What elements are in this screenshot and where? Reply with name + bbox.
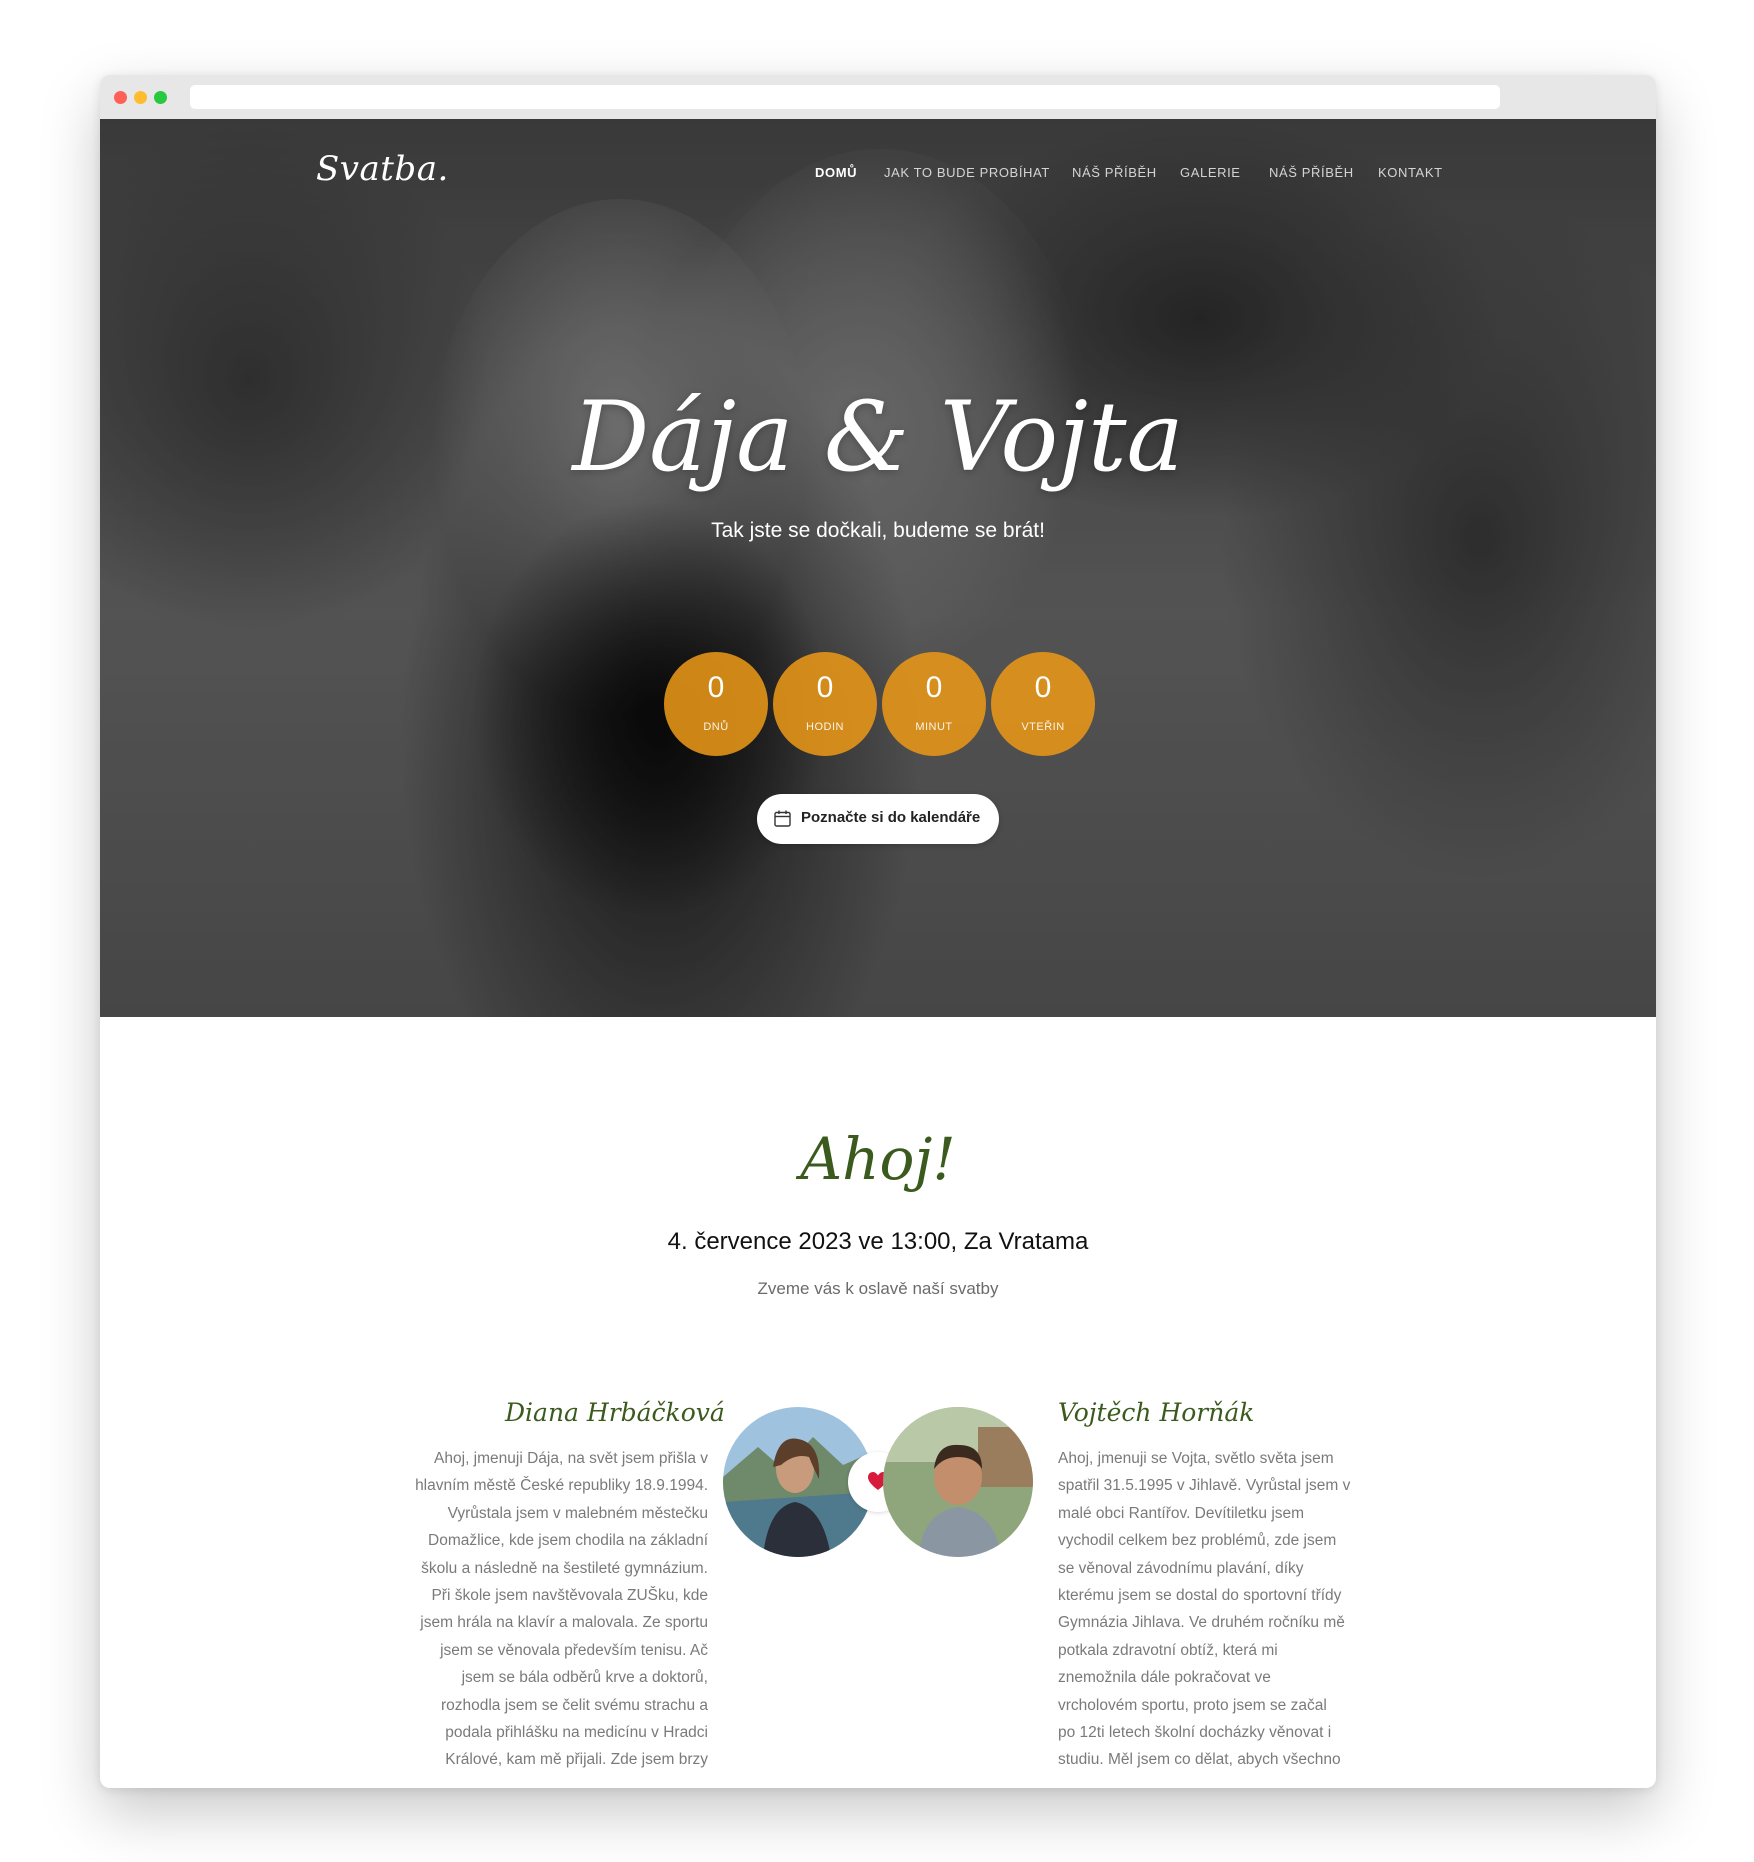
browser-window: Svatba. DOMŮ JAK TO BUDE PROBÍHAT NÁŠ PŘ…	[100, 75, 1656, 1788]
countdown-seconds-label: VTEŘIN	[1021, 721, 1065, 733]
countdown-minutes: 0 MINUT	[882, 652, 986, 756]
bride-name: Diana Hrbáčková	[505, 1398, 725, 1427]
groom-photo	[883, 1407, 1033, 1557]
countdown-days-value: 0	[707, 671, 725, 704]
bride-bio: Ahoj, jmenuji Dája, na svět jsem přišla …	[415, 1450, 708, 1769]
calendar-icon	[774, 810, 791, 827]
minimize-window-dot[interactable]	[134, 91, 147, 104]
couple-names: Dája & Vojta	[572, 381, 1184, 493]
browser-chrome	[100, 75, 1656, 119]
add-to-calendar-button[interactable]: Poznačte si do kalendáře	[757, 794, 999, 844]
hero-tagline: Tak jste se dočkali, budeme se brát!	[711, 519, 1045, 542]
countdown-hours: 0 HODIN	[773, 652, 877, 756]
greeting-heading: Ahoj!	[800, 1125, 956, 1193]
hero-overlay	[100, 119, 1656, 1017]
close-window-dot[interactable]	[114, 91, 127, 104]
countdown-seconds: 0 VTEŘIN	[991, 652, 1095, 756]
groom-photo-image	[883, 1407, 1033, 1557]
nav-item-jak-to-bude-probihat[interactable]: JAK TO BUDE PROBÍHAT	[884, 165, 1050, 185]
nav-item-galerie[interactable]: GALERIE	[1180, 165, 1241, 185]
groom-name: Vojtěch Horňák	[1058, 1398, 1255, 1427]
countdown-minutes-label: MINUT	[915, 721, 953, 733]
nav-item-domu[interactable]: DOMŮ	[815, 165, 857, 185]
add-to-calendar-label: Poznačte si do kalendáře	[801, 809, 981, 826]
nav-item-nas-pribeh[interactable]: NÁŠ PŘÍBĚH	[1072, 165, 1157, 185]
nav-item-kontakt[interactable]: KONTAKT	[1378, 165, 1443, 185]
address-bar[interactable]	[190, 85, 1500, 109]
invitation-text: Zveme vás k oslavě naší svatby	[757, 1279, 999, 1298]
countdown-days-label: DNŮ	[703, 721, 729, 733]
wedding-date-place: 4. července 2023 ve 13:00, Za Vratama	[667, 1228, 1089, 1255]
hero-section: Svatba. DOMŮ JAK TO BUDE PROBÍHAT NÁŠ PŘ…	[100, 119, 1656, 1017]
countdown-hours-label: HODIN	[806, 721, 844, 733]
site-logo[interactable]: Svatba.	[316, 149, 449, 189]
countdown-days: 0 DNŮ	[664, 652, 768, 756]
nav-item-nas-pribeh-2[interactable]: NÁŠ PŘÍBĚH	[1269, 165, 1354, 185]
countdown-hours-value: 0	[816, 671, 834, 704]
countdown-seconds-value: 0	[1034, 671, 1052, 704]
maximize-window-dot[interactable]	[154, 91, 167, 104]
countdown-minutes-value: 0	[925, 671, 943, 704]
groom-bio: Ahoj, jmenuji se Vojta, světlo světa jse…	[1058, 1450, 1351, 1769]
